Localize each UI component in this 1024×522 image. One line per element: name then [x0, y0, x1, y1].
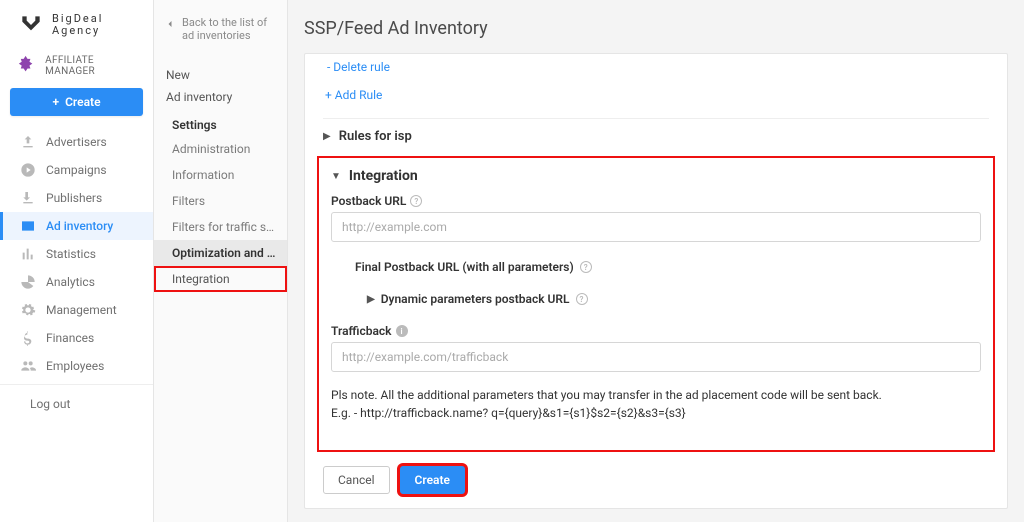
- affiliate-label: AFFILIATE MANAGER: [45, 55, 143, 77]
- section-label: Rules for isp: [339, 129, 412, 144]
- chevron-left-icon: [164, 18, 176, 30]
- back-line2: ad inventories: [182, 29, 267, 42]
- nav-label: Log out: [30, 397, 70, 411]
- nav-label: Publishers: [46, 191, 102, 205]
- affiliate-manager-row: AFFILIATE MANAGER: [0, 48, 153, 88]
- upload-icon: [20, 134, 36, 150]
- nav-publishers[interactable]: Publishers: [0, 184, 153, 212]
- chevron-right-icon: ▶: [367, 294, 375, 305]
- label-text: Postback URL: [331, 194, 406, 208]
- nav-ad-inventory[interactable]: Ad inventory: [0, 212, 153, 240]
- secnav-settings: Settings: [154, 108, 287, 136]
- integration-header[interactable]: ▼ Integration: [331, 168, 981, 184]
- nav-analytics[interactable]: Analytics: [0, 268, 153, 296]
- nav-label: Statistics: [46, 247, 96, 261]
- chevron-right-icon: ▶: [323, 131, 331, 142]
- info-icon[interactable]: i: [396, 325, 408, 337]
- main-sidebar: BigDeal Agency AFFILIATE MANAGER + Creat…: [0, 0, 154, 522]
- help-icon[interactable]: ?: [410, 195, 422, 207]
- nav-label: Campaigns: [46, 163, 107, 177]
- brand: BigDeal Agency: [0, 0, 153, 48]
- label-text: Final Postback URL (with all parameters): [355, 260, 574, 274]
- nav-finances[interactable]: Finances: [0, 324, 153, 352]
- plus-icon: +: [52, 95, 59, 109]
- play-circle-icon: [20, 162, 36, 178]
- main-area: SSP/Feed Ad Inventory - Delete rule + Ad…: [288, 0, 1024, 522]
- secnav-new: New: [154, 52, 287, 86]
- secnav-administration[interactable]: Administration: [154, 136, 287, 162]
- create-button[interactable]: + Create: [10, 88, 143, 116]
- nav-label: Analytics: [46, 275, 95, 289]
- secnav-filters[interactable]: Filters: [154, 188, 287, 214]
- nav-management[interactable]: Management: [0, 296, 153, 324]
- secnav-ad-inventory: Ad inventory: [154, 86, 287, 108]
- nav-campaigns[interactable]: Campaigns: [0, 156, 153, 184]
- label-text: Dynamic parameters postback URL: [381, 292, 570, 306]
- trafficback-input[interactable]: [331, 342, 981, 372]
- secondary-nav: Back to the list of ad inventories New A…: [154, 0, 288, 522]
- label-text: Trafficback: [331, 324, 392, 338]
- create-button-label: Create: [65, 95, 100, 109]
- form-actions: Cancel Create: [305, 452, 1007, 508]
- card-icon: [20, 218, 36, 234]
- delete-rule-link[interactable]: - Delete rule: [327, 60, 989, 74]
- nav-statistics[interactable]: Statistics: [0, 240, 153, 268]
- nav-divider: [0, 384, 153, 385]
- postback-url-input[interactable]: [331, 212, 981, 242]
- nav-label: Management: [46, 303, 117, 317]
- nav-label: Finances: [46, 331, 94, 345]
- affiliate-icon: [14, 54, 37, 78]
- back-link[interactable]: Back to the list of ad inventories: [154, 4, 287, 52]
- rules-for-isp-section[interactable]: ▶ Rules for isp: [323, 118, 989, 144]
- trafficback-note: Pls note. All the additional parameters …: [331, 386, 981, 422]
- dollar-icon: [20, 330, 36, 346]
- nav-label: Ad inventory: [46, 219, 113, 233]
- back-link-text: Back to the list of ad inventories: [182, 16, 267, 42]
- brand-line2: Agency: [52, 25, 103, 37]
- download-icon: [20, 190, 36, 206]
- brand-text: BigDeal Agency: [52, 13, 103, 37]
- integration-title: Integration: [349, 168, 418, 184]
- final-postback-row: Final Postback URL (with all parameters)…: [355, 260, 981, 274]
- trafficback-label: Trafficback i: [331, 324, 981, 338]
- help-icon[interactable]: ?: [580, 261, 592, 273]
- dynamic-params-row[interactable]: ▶ Dynamic parameters postback URL ?: [367, 292, 981, 306]
- form-card: - Delete rule + Add Rule ▶ Rules for isp…: [304, 53, 1008, 509]
- postback-url-label: Postback URL ?: [331, 194, 981, 208]
- note-line1: Pls note. All the additional parameters …: [331, 386, 981, 404]
- nav-employees[interactable]: Employees: [0, 352, 153, 380]
- chevron-down-icon: ▼: [331, 171, 341, 182]
- nav-label: Employees: [46, 359, 104, 373]
- note-line2: E.g. - http://trafficback.name? q={query…: [331, 404, 981, 422]
- primary-nav: Advertisers Campaigns Publishers Ad inve…: [0, 126, 153, 417]
- nav-advertisers[interactable]: Advertisers: [0, 128, 153, 156]
- secnav-optimization[interactable]: Optimization and rules: [154, 240, 287, 266]
- add-rule-link[interactable]: + Add Rule: [325, 88, 989, 102]
- secnav-integration[interactable]: Integration: [154, 266, 287, 292]
- help-icon[interactable]: ?: [576, 293, 588, 305]
- rules-block: - Delete rule + Add Rule: [305, 54, 1007, 108]
- secnav-information[interactable]: Information: [154, 162, 287, 188]
- create-submit-button[interactable]: Create: [400, 466, 465, 494]
- back-line1: Back to the list of: [182, 16, 267, 29]
- people-icon: [20, 358, 36, 374]
- bar-chart-icon: [20, 246, 36, 262]
- secnav-filters-traffic[interactable]: Filters for traffic sour...: [154, 214, 287, 240]
- nav-label: Advertisers: [46, 135, 107, 149]
- integration-section: ▼ Integration Postback URL ? Final Postb…: [317, 156, 995, 452]
- cancel-button[interactable]: Cancel: [323, 466, 390, 494]
- brand-logo-icon: [18, 12, 44, 38]
- gear-icon: [20, 302, 36, 318]
- nav-logout[interactable]: Log out: [0, 389, 153, 417]
- pie-chart-icon: [20, 274, 36, 290]
- page-title: SSP/Feed Ad Inventory: [288, 0, 1024, 53]
